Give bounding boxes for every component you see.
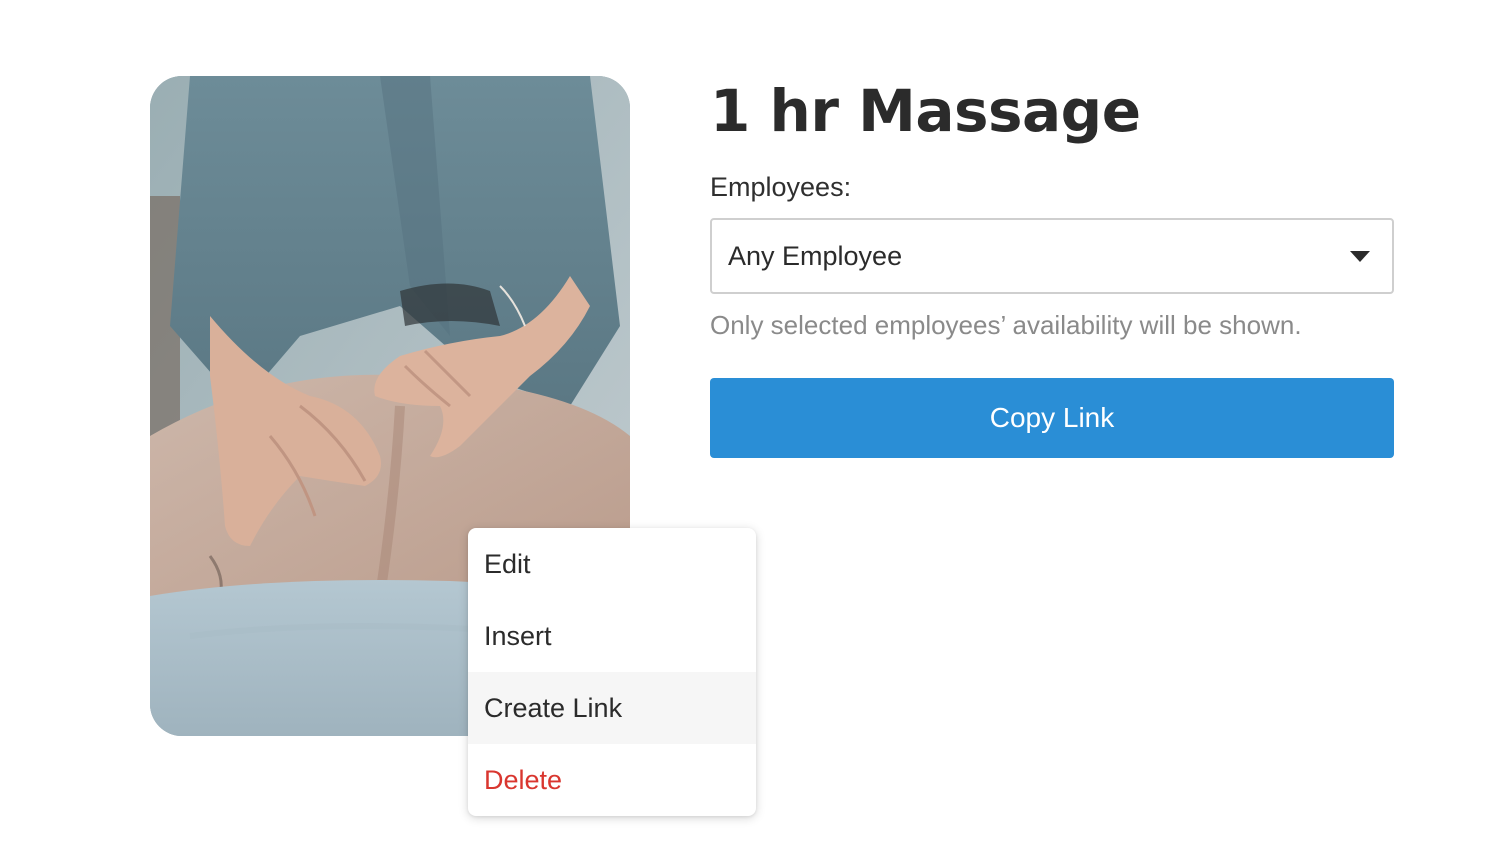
service-title: 1 hr Massage (710, 77, 1141, 145)
details-panel: 1 hr Massage Employees: Any Employee Onl… (710, 76, 1394, 458)
copy-link-button[interactable]: Copy Link (710, 378, 1394, 458)
context-menu: Edit Insert Create Link Delete (468, 528, 756, 816)
menu-item-delete[interactable]: Delete (468, 744, 756, 816)
menu-item-edit[interactable]: Edit (468, 528, 756, 600)
employee-select-value: Any Employee (728, 240, 903, 271)
menu-item-insert[interactable]: Insert (468, 600, 756, 672)
employee-select[interactable]: Any Employee (710, 218, 1394, 294)
employee-helper-text: Only selected employees’ availability wi… (710, 310, 1302, 340)
service-card: 1 hr Massage Employees: Any Employee Onl… (0, 0, 1512, 864)
caret-down-icon (1350, 250, 1370, 262)
menu-item-create-link[interactable]: Create Link (468, 672, 756, 744)
employees-label: Employees: (710, 172, 852, 202)
